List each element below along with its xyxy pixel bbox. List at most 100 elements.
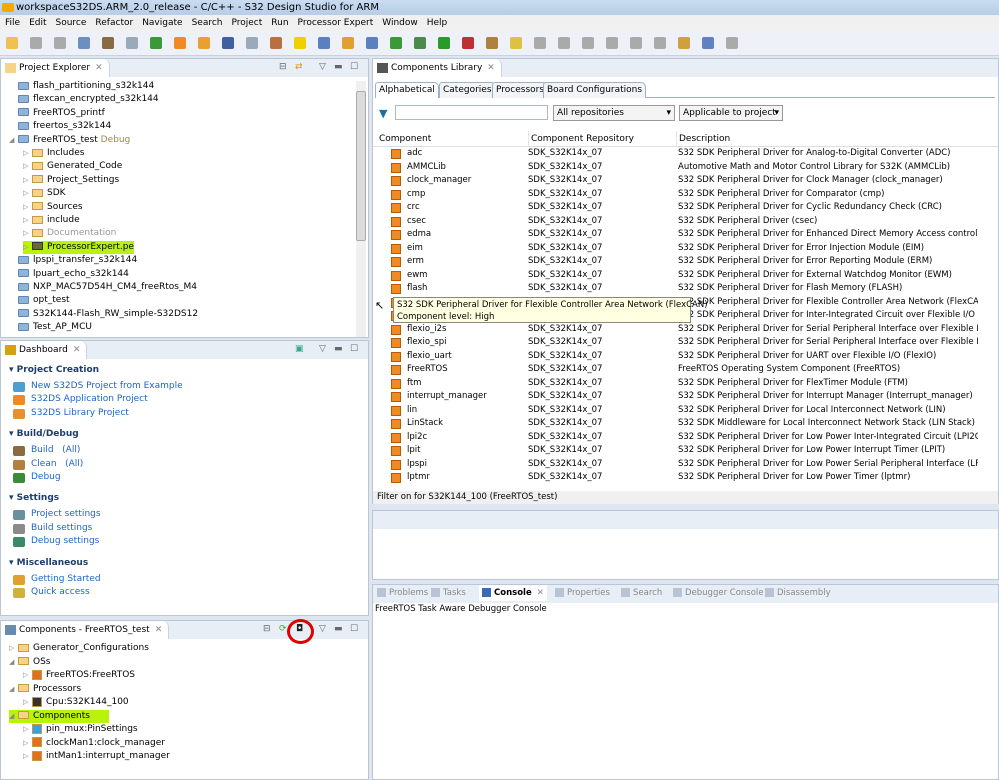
tree-item[interactable]: ▷ Sources xyxy=(23,201,83,214)
table-row[interactable]: flexio_uart SDK_S32K14x_07 S32 SDK Periphe… xyxy=(373,350,995,364)
expand-toggle-icon[interactable]: ▷ xyxy=(23,201,32,214)
tab-project-explorer[interactable]: Project Explorer ✕ xyxy=(1,59,110,77)
column-header-component[interactable]: Component xyxy=(379,131,431,147)
table-row[interactable]: lptmr SDK_S32K14x_07 S32 SDK Peripheral Dr… xyxy=(373,471,995,485)
menu-run[interactable]: Run xyxy=(271,18,288,28)
expand-toggle-icon[interactable]: ▷ xyxy=(23,750,32,763)
toolbar-button-22-icon[interactable] xyxy=(534,37,546,49)
toolbar-button-18-icon[interactable] xyxy=(438,37,450,49)
toolbar-button-21-icon[interactable] xyxy=(510,37,522,49)
tree-item[interactable]: ▷ Includes xyxy=(23,147,84,160)
tab-debugger-console[interactable]: Debugger Console xyxy=(673,585,764,601)
tree-item[interactable]: ▷ Generator_Configurations xyxy=(9,642,149,655)
dashboard-link[interactable]: S32DS Application Project xyxy=(31,394,148,404)
tree-item[interactable]: flash_partitioning_s32k144 xyxy=(9,80,154,93)
tree-item[interactable]: ▷ ProcessorExpert.pe xyxy=(23,240,134,254)
tab-search[interactable]: Search xyxy=(621,585,662,601)
toolbar-button-3-icon[interactable] xyxy=(78,37,90,49)
tree-item[interactable]: S32K144-Flash_RW_simple-S32DS12 xyxy=(9,308,198,321)
tab-tasks[interactable]: Tasks xyxy=(431,585,466,601)
scope-select[interactable]: Applicable to project ▾ xyxy=(679,105,783,121)
menu-edit[interactable]: Edit xyxy=(29,18,46,28)
close-icon[interactable]: ✕ xyxy=(155,625,163,635)
table-row[interactable]: interrupt_manager SDK_S32K14x_07 S32 SDK P… xyxy=(373,390,995,404)
tree-item[interactable]: ◢ Processors xyxy=(9,683,81,696)
dashboard-link[interactable]: Getting Started xyxy=(31,574,101,584)
tree-item[interactable]: Test_AP_MCU xyxy=(9,321,92,334)
expand-toggle-icon[interactable]: ◢ xyxy=(9,656,18,669)
toolbar-button-11-icon[interactable] xyxy=(270,37,282,49)
view-menu-icon[interactable]: ▽ xyxy=(319,624,326,634)
table-row[interactable]: lin SDK_S32K14x_07 S32 SDK Peripheral Driv… xyxy=(373,404,995,418)
tree-item[interactable]: ▷ pin_mux:PinSettings xyxy=(23,723,138,736)
table-row[interactable]: FreeRTOS SDK_S32K14x_07 FreeRTOS Operating… xyxy=(373,363,995,377)
tree-item[interactable]: FreeRTOS_printf xyxy=(9,107,105,120)
table-row[interactable]: flash SDK_S32K14x_07 S32 SDK Peripheral Dr… xyxy=(373,282,995,296)
toolbar-button-15-icon[interactable] xyxy=(366,37,378,49)
expand-toggle-icon[interactable]: ▷ xyxy=(23,723,32,736)
tree-item[interactable]: ▷ Project_Settings xyxy=(23,174,119,187)
tab-components[interactable]: Components - FreeRTOS_test ✕ xyxy=(1,621,170,639)
tab-dashboard[interactable]: Dashboard ✕ xyxy=(1,341,88,359)
toolbar-button-4-icon[interactable] xyxy=(102,37,114,49)
menu-processor-expert[interactable]: Processor Expert xyxy=(298,18,374,28)
toolbar-button-16-icon[interactable] xyxy=(390,37,402,49)
tree-item[interactable]: ▷ Generated_Code xyxy=(23,160,122,173)
table-row[interactable]: flexio_i2s SDK_S32K14x_07 S32 SDK Peripher… xyxy=(373,323,995,337)
dashboard-link[interactable]: Debug settings xyxy=(31,536,99,546)
import-project-icon[interactable]: ▣ xyxy=(295,344,304,354)
table-row[interactable]: csec SDK_S32K14x_07 S32 SDK Peripheral Dri… xyxy=(373,215,995,229)
collapse-arrow-icon[interactable]: ▾ xyxy=(9,365,17,375)
toolbar-button-12-icon[interactable] xyxy=(294,37,306,49)
library-tab-categories[interactable]: Categories xyxy=(439,82,496,98)
toolbar-button-14-icon[interactable] xyxy=(342,37,354,49)
tree-item[interactable]: ▷ Documentation xyxy=(23,227,116,240)
maximize-icon[interactable]: ☐ xyxy=(350,344,358,354)
menu-help[interactable]: Help xyxy=(427,18,448,28)
table-row[interactable]: flexio_spi SDK_S32K14x_07 S32 SDK Peripher… xyxy=(373,336,995,350)
menu-project[interactable]: Project xyxy=(231,18,262,28)
collapse-all-icon[interactable]: ⊟ xyxy=(263,624,271,634)
close-icon[interactable]: ✕ xyxy=(487,63,495,73)
tree-item[interactable]: freertos_s32k144 xyxy=(9,120,111,133)
tab-disassembly[interactable]: Disassembly xyxy=(765,585,831,601)
tree-item[interactable]: flexcan_encrypted_s32k144 xyxy=(9,93,159,106)
toolbar-button-23-icon[interactable] xyxy=(558,37,570,49)
tree-item[interactable]: ▷ FreeRTOS:FreeRTOS xyxy=(23,669,135,682)
tree-item[interactable]: lpspi_transfer_s32k144 xyxy=(9,254,137,267)
menu-search[interactable]: Search xyxy=(192,18,223,28)
table-row[interactable]: lpit SDK_S32K14x_07 S32 SDK Peripheral Dri… xyxy=(373,444,995,458)
tree-item[interactable]: lpuart_echo_s32k144 xyxy=(9,268,129,281)
maximize-icon[interactable]: ☐ xyxy=(350,62,358,72)
dashboard-link[interactable]: Project settings xyxy=(31,509,101,519)
toolbar-button-7-icon[interactable] xyxy=(174,37,186,49)
toolbar-button-10-icon[interactable] xyxy=(246,37,258,49)
library-tab-alphabetical[interactable]: Alphabetical xyxy=(375,82,439,98)
toolbar-button-5-icon[interactable] xyxy=(126,37,138,49)
toolbar-button-6-icon[interactable] xyxy=(150,37,162,49)
table-row[interactable]: LinStack SDK_S32K14x_07 S32 SDK Middleware… xyxy=(373,417,995,431)
link-editor-icon[interactable]: ⇄ xyxy=(295,62,303,72)
view-menu-icon[interactable]: ▽ xyxy=(319,62,326,72)
table-row[interactable]: lpi2c SDK_S32K14x_07 S32 SDK Peripheral Dr… xyxy=(373,431,995,445)
close-icon[interactable]: ✕ xyxy=(73,345,81,355)
tree-item[interactable]: ▷ intMan1:interrupt_manager xyxy=(23,750,170,763)
expand-toggle-icon[interactable]: ◢ xyxy=(9,134,18,147)
tab-console[interactable]: Console ✕ xyxy=(479,585,547,601)
expand-toggle-icon[interactable]: ▷ xyxy=(23,241,32,254)
toolbar-button-28-icon[interactable] xyxy=(678,37,690,49)
expand-toggle-icon[interactable]: ▷ xyxy=(23,187,32,200)
dashboard-link[interactable]: S32DS Library Project xyxy=(31,408,129,418)
menu-source[interactable]: Source xyxy=(56,18,87,28)
tree-item[interactable]: ◢ Components xyxy=(9,709,109,723)
dashboard-link[interactable]: Build (All) xyxy=(31,445,80,455)
expand-toggle-icon[interactable]: ▷ xyxy=(23,214,32,227)
expand-toggle-icon[interactable]: ▷ xyxy=(23,160,32,173)
expand-toggle-icon[interactable]: ▷ xyxy=(9,642,18,655)
minimize-icon[interactable]: ▬ xyxy=(334,62,343,72)
table-row[interactable]: edma SDK_S32K14x_07 S32 SDK Peripheral Dri… xyxy=(373,228,995,242)
dashboard-link[interactable]: Clean (All) xyxy=(31,459,83,469)
collapse-all-icon[interactable]: ⊟ xyxy=(279,62,287,72)
column-header-repository[interactable]: Component Repository xyxy=(528,131,634,147)
close-icon[interactable]: ✕ xyxy=(537,588,544,598)
